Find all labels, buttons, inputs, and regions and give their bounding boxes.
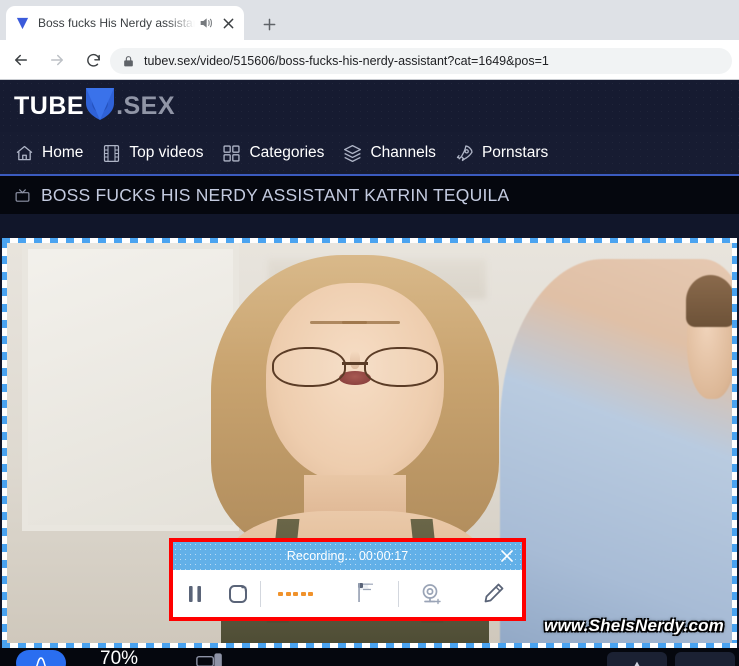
logo-text-sex: .SEX (116, 91, 176, 120)
video-scene-person-right-hair (686, 275, 732, 327)
forward-arrow-icon (42, 45, 72, 75)
film-strip-icon (101, 143, 122, 164)
video-scene-person-right (500, 259, 732, 643)
player-button-a[interactable] (607, 652, 667, 666)
video-scene-glasses (272, 347, 438, 387)
recorder-controls (173, 570, 522, 617)
video-scene-brow-right (342, 321, 400, 324)
nav-label-home: Home (42, 144, 84, 161)
new-tab-button[interactable] (256, 11, 282, 37)
browser-tab-strip: Boss fucks His Nerdy assistant (0, 0, 739, 40)
nav-label-channels: Channels (370, 144, 436, 161)
video-scene-glasses-bridge (341, 362, 369, 365)
home-icon (14, 143, 35, 164)
volume-button[interactable] (16, 650, 66, 666)
speaker-icon[interactable] (198, 15, 214, 31)
sidebar-item-pornstars[interactable]: Pornstars (454, 143, 548, 164)
device-icon[interactable] (196, 652, 222, 666)
close-icon[interactable] (220, 15, 236, 31)
video-watermark: www.SheIsNerdy.com (544, 616, 724, 635)
sidebar-item-home[interactable]: Home (14, 143, 83, 164)
vivaldi-v-favicon (14, 15, 30, 31)
screenshot-root: Boss fucks His Nerdy assistant tubev.sex… (0, 0, 739, 666)
video-player-controls: 70% (0, 648, 739, 666)
sidebar-item-channels[interactable]: Channels (342, 143, 436, 164)
tv-icon (14, 187, 31, 204)
nav-label-categories: Categories (249, 144, 325, 161)
video-scene-lens-left (272, 347, 346, 387)
level-bar (300, 591, 306, 596)
level-bar (285, 591, 291, 596)
page-title: BOSS FUCKS HIS NERDY ASSISTANT KATRIN TE… (41, 184, 510, 205)
video-title-bar: BOSS FUCKS HIS NERDY ASSISTANT KATRIN TE… (0, 176, 739, 214)
grid-squares-icon (221, 143, 242, 164)
layers-icon (342, 143, 363, 164)
pause-button[interactable] (173, 583, 216, 605)
back-arrow-icon[interactable] (6, 45, 36, 75)
site-header: TUBE .SEX (0, 80, 739, 132)
site-navigation: Home Top videos Categories Channels Porn… (0, 132, 739, 176)
level-bar (308, 591, 314, 596)
nav-label-top-videos: Top videos (129, 144, 204, 161)
audio-level-meter[interactable] (261, 591, 331, 596)
level-bars-icon (278, 591, 314, 596)
screen-recorder-toolbar[interactable]: Recording... 00:00:17 (169, 538, 526, 621)
site-logo[interactable]: TUBE .SEX (14, 87, 175, 126)
volume-percent: 70% (100, 648, 139, 666)
close-icon[interactable] (500, 549, 514, 563)
browser-tab[interactable]: Boss fucks His Nerdy assistant (6, 6, 244, 40)
address-bar-url: tubev.sex/video/515606/boss-fucks-his-ne… (144, 54, 549, 68)
sidebar-item-categories[interactable]: Categories (221, 143, 324, 164)
stop-button[interactable] (216, 582, 259, 606)
add-webcam-button[interactable] (399, 581, 463, 607)
level-bar (278, 591, 284, 596)
recorder-title-bar[interactable]: Recording... 00:00:17 (173, 542, 522, 570)
player-button-b[interactable] (675, 652, 735, 666)
nav-label-pornstars: Pornstars (481, 144, 549, 161)
level-bar (293, 591, 299, 596)
recording-status-text: Recording... 00:00:17 (286, 549, 409, 563)
browser-tab-title: Boss fucks His Nerdy assistant (38, 16, 195, 30)
annotate-flag-button[interactable] (331, 580, 399, 608)
rocket-icon (454, 143, 475, 164)
lock-icon (122, 55, 135, 68)
logo-text-tube: TUBE (14, 91, 85, 120)
sidebar-item-top-videos[interactable]: Top videos (101, 143, 203, 164)
reload-icon[interactable] (78, 45, 108, 75)
logo-v-mark (85, 87, 115, 126)
video-scene-lens-right (364, 347, 438, 387)
draw-button[interactable] (464, 581, 522, 607)
address-bar[interactable]: tubev.sex/video/515606/boss-fucks-his-ne… (110, 48, 732, 74)
player-right-buttons (607, 652, 735, 666)
